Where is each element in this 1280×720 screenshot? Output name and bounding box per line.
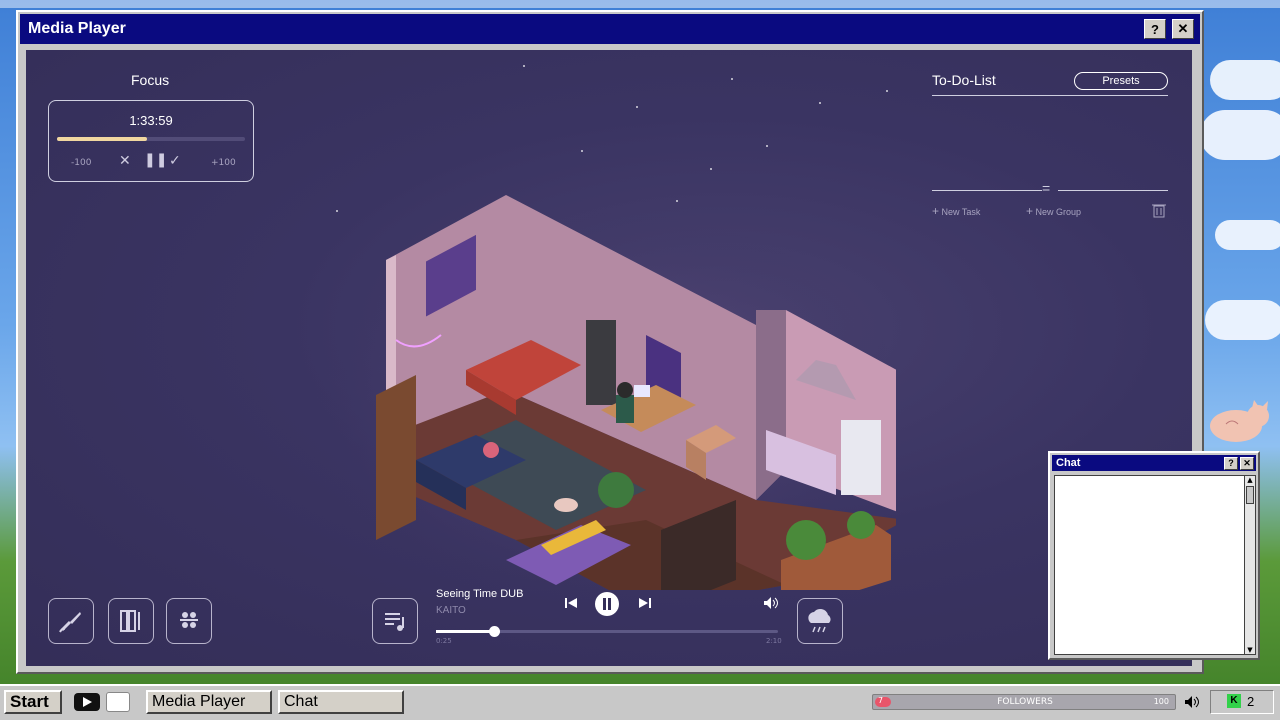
followers-goal: 100: [1153, 697, 1169, 706]
playlist-button[interactable]: [372, 598, 418, 644]
scene-area: Focus 1:33:59 -100 ✕ ❚❚ ✓ +100 To-Do-Lis…: [26, 50, 1192, 666]
customize-button[interactable]: [48, 598, 94, 644]
pause-icon[interactable]: ❚❚: [144, 152, 167, 168]
chat-close-button[interactable]: ✕: [1240, 456, 1254, 470]
media-player-window: Media Player ? ✕ Focus 1:33:59 -100 ✕ ❚❚…: [16, 10, 1204, 674]
pause-button[interactable]: [595, 592, 619, 616]
resize-handle-icon[interactable]: =: [1042, 180, 1050, 196]
star: [819, 102, 821, 104]
focus-title: Focus: [131, 72, 170, 88]
plus-100-button[interactable]: +100: [211, 158, 236, 168]
duration-time: 2:10: [766, 637, 782, 645]
chat-titlebar[interactable]: Chat ? ✕: [1052, 455, 1256, 471]
close-button[interactable]: ✕: [1172, 19, 1194, 39]
todo-resize-line: [1058, 190, 1168, 191]
kick-icon[interactable]: K: [1227, 694, 1241, 708]
system-tray: K 2: [1210, 690, 1274, 714]
scroll-up-arrow-icon[interactable]: ▲: [1245, 476, 1255, 484]
new-task-button[interactable]: + New Task: [932, 204, 980, 218]
playlist-icon: [385, 613, 404, 631]
seek-progress-fill: [436, 630, 495, 633]
chat-title: Chat: [1056, 457, 1081, 469]
people-icon: [180, 612, 198, 628]
taskbar-item-media-player[interactable]: Media Player: [146, 690, 272, 714]
focus-progress-bar: [57, 137, 245, 141]
trash-icon[interactable]: [1152, 202, 1166, 218]
media-player-titlebar[interactable]: Media Player ? ✕: [20, 14, 1200, 44]
desktop-cloud: [1205, 300, 1280, 340]
seek-bar[interactable]: [436, 626, 778, 637]
desktop-cloud: [1215, 220, 1280, 250]
taskbar: Start Media Player Chat 7 FOLLOWERS 100 …: [0, 684, 1280, 720]
star: [523, 65, 525, 67]
scroll-down-arrow-icon[interactable]: ▼: [1245, 646, 1255, 654]
window-title: Media Player: [28, 20, 126, 37]
new-task-label: New Task: [941, 207, 981, 217]
chat-help-button[interactable]: ?: [1224, 456, 1238, 470]
seek-knob[interactable]: [489, 626, 501, 637]
followers-label: FOLLOWERS: [997, 697, 1053, 707]
weather-button[interactable]: [797, 598, 843, 644]
todo-title: To-Do-List: [932, 72, 996, 88]
plus-icon: +: [932, 204, 940, 218]
track-title: Seeing Time DUB: [436, 588, 524, 600]
speaker-icon[interactable]: [1184, 695, 1202, 709]
followers-progress-bar: 7 FOLLOWERS 100: [872, 694, 1176, 710]
rain-cloud-icon: [808, 608, 831, 633]
next-track-icon[interactable]: [638, 596, 652, 610]
plus-icon: +: [1026, 204, 1034, 218]
desktop-cloud: [1210, 60, 1280, 100]
star: [886, 90, 888, 92]
volume-icon[interactable]: [763, 596, 779, 610]
new-group-button[interactable]: + New Group: [1026, 204, 1081, 218]
minus-100-button[interactable]: -100: [71, 158, 91, 168]
focus-timer-panel: 1:33:59 -100 ✕ ❚❚ ✓ +100: [48, 100, 254, 182]
desktop-cloud: [1200, 110, 1280, 160]
help-button[interactable]: ?: [1144, 19, 1166, 39]
isometric-room-illustration: [316, 195, 896, 590]
pause-icon: [603, 598, 611, 610]
scroll-thumb[interactable]: [1246, 486, 1254, 504]
tray-count: 2: [1247, 694, 1255, 709]
start-button[interactable]: Start: [4, 690, 62, 714]
presets-button[interactable]: Presets: [1074, 72, 1168, 90]
books-icon: [120, 610, 140, 632]
chat-bubble-quicklaunch-icon[interactable]: [106, 692, 130, 712]
taskbar-item-chat[interactable]: Chat: [278, 690, 404, 714]
elapsed-time: 0:25: [436, 637, 452, 645]
todo-divider: [932, 95, 1168, 96]
cancel-icon[interactable]: ✕: [119, 153, 131, 169]
track-artist: KAITO: [436, 605, 466, 616]
play-quicklaunch-icon[interactable]: [74, 693, 100, 711]
star: [636, 106, 638, 108]
chat-scrollbar[interactable]: ▲ ▼: [1244, 475, 1256, 655]
todo-resize-line: [932, 190, 1042, 191]
focus-timer-value: 1:33:59: [129, 113, 173, 128]
star: [731, 78, 733, 80]
journal-button[interactable]: [108, 598, 154, 644]
previous-track-icon[interactable]: [564, 596, 578, 610]
new-group-label: New Group: [1035, 207, 1082, 217]
chat-message-area[interactable]: [1054, 475, 1246, 655]
paintbrush-icon: [59, 612, 81, 633]
community-button[interactable]: [166, 598, 212, 644]
cat-sticker-icon: [1210, 400, 1269, 442]
desktop-cloud: [0, 0, 1280, 8]
focus-progress-fill: [57, 137, 148, 141]
chat-window: Chat ? ✕ ▲ ▼: [1048, 451, 1260, 660]
check-icon[interactable]: ✓: [169, 153, 181, 169]
